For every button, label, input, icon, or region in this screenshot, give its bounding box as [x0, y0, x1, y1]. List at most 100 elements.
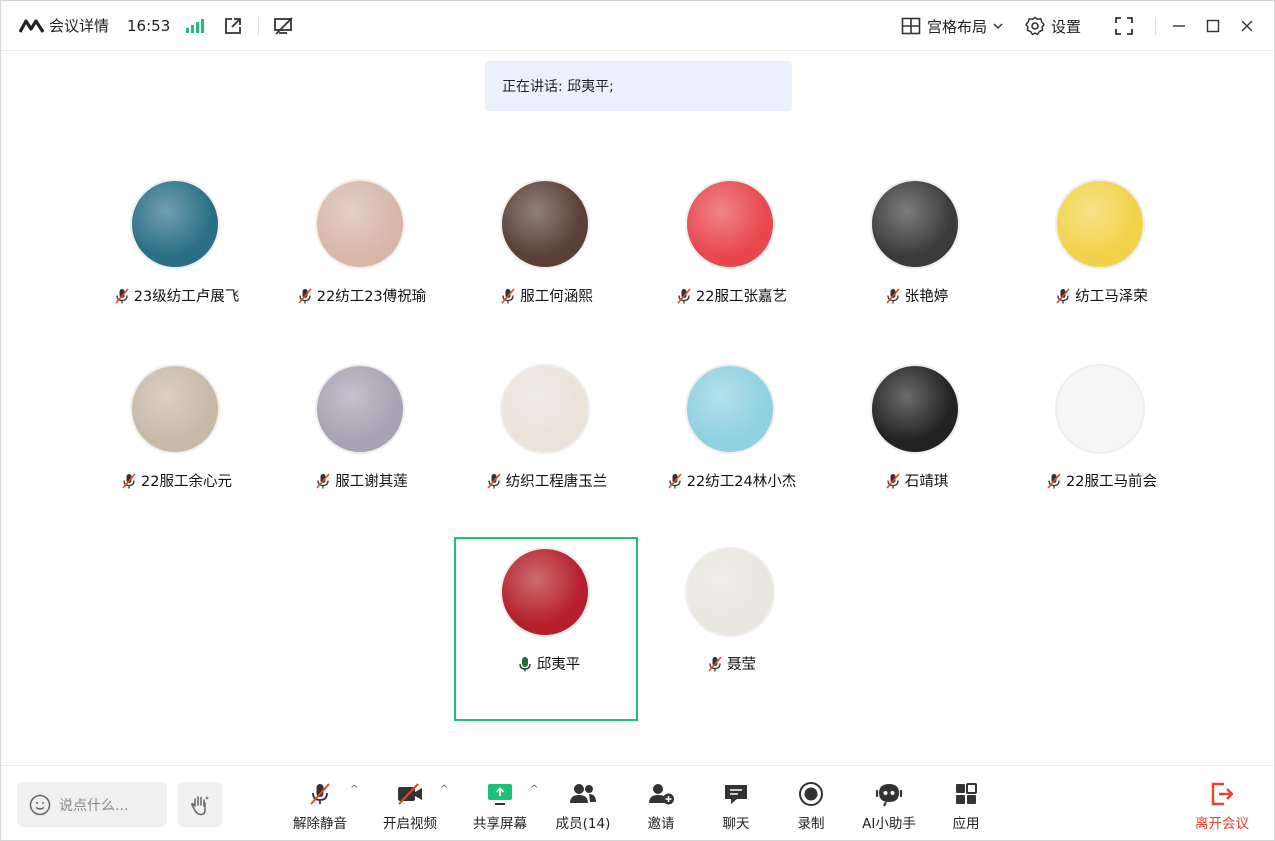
participant-name-row: 22服工余心元 [84, 470, 268, 491]
participant-tile[interactable]: 22纺工24林小杰 [639, 354, 823, 538]
participant-name-row: 纺工马泽荣 [1009, 285, 1193, 306]
participant-name: 聂莹 [727, 657, 756, 673]
divider [1155, 17, 1156, 35]
participant-tile[interactable]: 石靖琪 [824, 354, 1008, 538]
chat-input[interactable]: 说点什么... [17, 782, 167, 827]
start-video-button[interactable]: 开启视频 [372, 780, 448, 832]
participant-name-row: 22纺工24林小杰 [639, 470, 823, 491]
video-options-caret[interactable]: ^ [440, 784, 448, 795]
fullscreen-button[interactable] [1107, 11, 1141, 41]
participant-name: 22纺工24林小杰 [686, 474, 797, 490]
participant-tile[interactable]: 邱夷平 [454, 537, 638, 721]
participant-tile[interactable]: 22纺工23傅祝瑜 [269, 169, 453, 353]
avatar [1055, 364, 1145, 454]
speaking-text: 正在讲话: 邱夷平; [502, 79, 614, 95]
participant-tile[interactable]: 纺织工程唐玉兰 [454, 354, 638, 538]
ai-assistant-label: AI小助手 [862, 816, 916, 832]
meeting-details-link[interactable]: 会议详情 [49, 15, 109, 36]
avatar [500, 179, 590, 269]
apps-label: 应用 [952, 816, 980, 832]
share-options-caret[interactable]: ^ [530, 784, 538, 795]
maximize-button[interactable] [1196, 11, 1230, 41]
participant-name: 23级纺工卢展飞 [133, 289, 240, 305]
mic-off-icon [668, 472, 682, 489]
share-link-icon[interactable] [222, 15, 244, 37]
share-screen-button[interactable]: 共享屏幕 [462, 780, 538, 832]
participant-name-row: 张艳婷 [824, 285, 1008, 306]
record-icon [799, 782, 823, 806]
app-logo-icon [19, 18, 45, 33]
close-button[interactable] [1230, 11, 1264, 41]
mic-off-icon [1047, 472, 1061, 489]
chat-label: 聊天 [722, 816, 750, 832]
mic-off-icon [886, 472, 900, 489]
divider [258, 16, 260, 35]
participant-tile[interactable]: 纺工马泽荣 [1009, 169, 1193, 353]
participant-name: 22纺工23傅祝瑜 [316, 289, 427, 305]
mic-off-icon [316, 472, 330, 489]
avatar [685, 547, 775, 637]
gear-icon [1025, 16, 1045, 36]
participant-tile[interactable]: 22服工张嘉艺 [639, 169, 823, 353]
raise-hand-button[interactable] [178, 782, 222, 827]
participant-name: 石靖琪 [904, 474, 949, 490]
grid-layout-button[interactable]: 宫格布局 [901, 16, 1003, 37]
leave-meeting-label: 离开会议 [1195, 816, 1249, 832]
chat-icon [725, 785, 747, 804]
mic-off-icon [677, 287, 691, 304]
screen-share-off-icon[interactable] [273, 15, 295, 37]
close-icon [1241, 20, 1253, 32]
mic-off-icon [310, 783, 330, 805]
participant-name: 22服工马前会 [1066, 474, 1157, 490]
mic-off-icon [708, 655, 722, 672]
participant-name-row: 聂莹 [639, 653, 823, 674]
participant-name: 邱夷平 [536, 657, 581, 673]
minimize-button[interactable] [1162, 11, 1196, 41]
participant-name: 纺工马泽荣 [1075, 289, 1148, 305]
avatar [500, 364, 590, 454]
mic-on-icon [519, 656, 531, 671]
share-screen-label: 共享屏幕 [473, 816, 527, 832]
record-button[interactable]: 录制 [773, 780, 849, 832]
invite-button[interactable]: 邀请 [623, 780, 699, 832]
participant-tile[interactable]: 23级纺工卢展飞 [84, 169, 268, 353]
participant-tile[interactable]: 张艳婷 [824, 169, 1008, 353]
settings-button[interactable]: 设置 [1025, 16, 1081, 37]
maximize-icon [1206, 19, 1220, 33]
participant-name-row: 22服工马前会 [1009, 470, 1193, 491]
avatar [500, 547, 590, 637]
chevron-down-icon [993, 23, 1003, 30]
participant-name: 纺织工程唐玉兰 [505, 474, 608, 490]
participant-tile[interactable]: 聂莹 [639, 537, 823, 721]
grid-layout-label: 宫格布局 [926, 17, 987, 36]
video-off-icon [398, 783, 422, 805]
participant-tile[interactable]: 22服工余心元 [84, 354, 268, 538]
mic-off-icon [501, 287, 515, 304]
members-icon [570, 784, 596, 803]
start-video-label: 开启视频 [383, 816, 437, 832]
ai-assistant-button[interactable]: AI小助手 [851, 780, 927, 832]
emoji-icon[interactable] [29, 794, 51, 816]
share-screen-icon [488, 784, 512, 805]
chat-button[interactable]: 聊天 [698, 780, 774, 832]
settings-label: 设置 [1050, 17, 1081, 36]
signal-strength-icon[interactable] [186, 18, 205, 33]
leave-icon [1211, 782, 1234, 806]
chat-placeholder: 说点什么... [59, 797, 129, 814]
members-button[interactable]: 成员(14) [545, 780, 621, 832]
record-label: 录制 [797, 816, 825, 832]
avatar [130, 364, 220, 454]
participant-tile[interactable]: 22服工马前会 [1009, 354, 1193, 538]
apps-button[interactable]: 应用 [928, 780, 1004, 832]
participant-name-row: 邱夷平 [456, 653, 640, 674]
leave-meeting-button[interactable]: 离开会议 [1184, 780, 1260, 832]
participant-tile[interactable]: 服工谢其莲 [269, 354, 453, 538]
unmute-button[interactable]: 解除静音 [282, 780, 358, 832]
audio-options-caret[interactable]: ^ [350, 784, 358, 795]
meeting-time: 16:53 [127, 16, 171, 35]
raise-hand-icon [191, 795, 209, 815]
participant-tile[interactable]: 服工何涵熙 [454, 169, 638, 353]
avatar [870, 179, 960, 269]
mic-off-icon [487, 472, 501, 489]
participant-name-row: 服工何涵熙 [454, 285, 638, 306]
